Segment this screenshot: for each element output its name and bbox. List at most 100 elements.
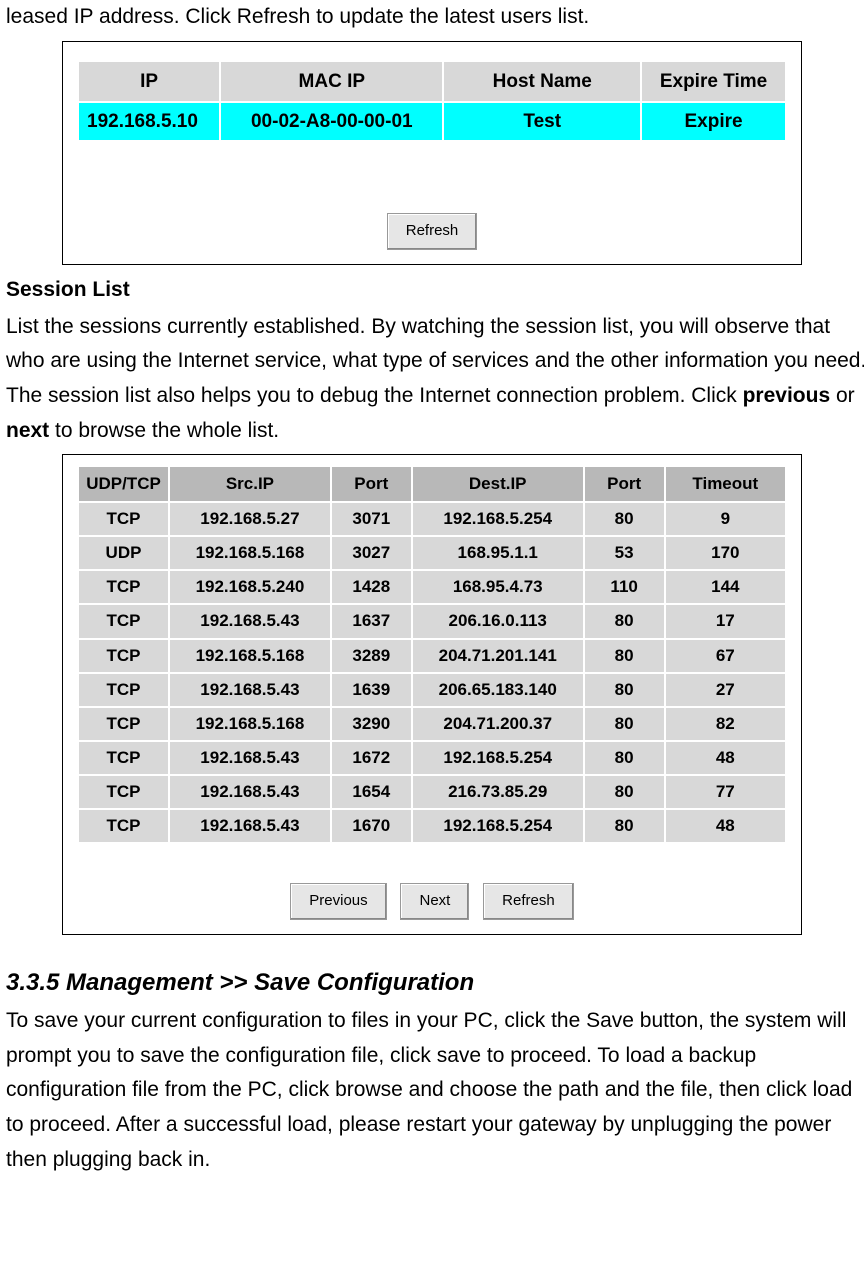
cell-mac: 00-02-A8-00-00-01 [220, 102, 443, 141]
cell-srcip: 192.168.5.168 [169, 707, 331, 741]
dhcp-button-row: Refresh [77, 212, 787, 250]
cell-proto: TCP [78, 809, 169, 843]
cell-srcip: 192.168.5.168 [169, 536, 331, 570]
text-fragment: List the sessions currently established.… [6, 315, 864, 407]
col-header-timeout: Timeout [665, 466, 786, 502]
cell-srcport: 1670 [331, 809, 412, 843]
save-config-heading: 3.3.5 Management >> Save Configuration [6, 963, 864, 1003]
session-button-row: Previous Next Refresh [77, 882, 787, 920]
table-row: TCP192.168.5.431670192.168.5.2548048 [78, 809, 786, 843]
col-header-destip: Dest.IP [412, 466, 584, 502]
cell-destip: 204.71.200.37 [412, 707, 584, 741]
table-row: TCP192.168.5.2401428168.95.4.73110144 [78, 570, 786, 604]
cell-timeout: 77 [665, 775, 786, 809]
cell-proto: TCP [78, 570, 169, 604]
table-row: TCP192.168.5.1683289204.71.201.1418067 [78, 639, 786, 673]
cell-dstport: 80 [584, 809, 665, 843]
cell-destip: 216.73.85.29 [412, 775, 584, 809]
cell-destip: 192.168.5.254 [412, 741, 584, 775]
text-fragment: or [830, 384, 855, 407]
cell-srcport: 3290 [331, 707, 412, 741]
cell-timeout: 27 [665, 673, 786, 707]
save-config-text: To save your current configuration to fi… [6, 1004, 864, 1177]
next-word: next [6, 419, 49, 442]
cell-srcport: 1654 [331, 775, 412, 809]
cell-srcport: 3027 [331, 536, 412, 570]
refresh-button[interactable]: Refresh [483, 883, 574, 920]
intro-text: leased IP address. Click Refresh to upda… [6, 0, 864, 35]
cell-srcip: 192.168.5.27 [169, 502, 331, 536]
cell-destip: 206.16.0.113 [412, 604, 584, 638]
cell-destip: 192.168.5.254 [412, 502, 584, 536]
previous-word: previous [743, 384, 831, 407]
cell-dstport: 80 [584, 741, 665, 775]
cell-srcip: 192.168.5.240 [169, 570, 331, 604]
table-header-row: UDP/TCP Src.IP Port Dest.IP Port Timeout [78, 466, 786, 502]
cell-timeout: 48 [665, 741, 786, 775]
table-row: UDP192.168.5.1683027168.95.1.153170 [78, 536, 786, 570]
cell-dstport: 53 [584, 536, 665, 570]
col-header-host: Host Name [443, 61, 641, 102]
cell-timeout: 67 [665, 639, 786, 673]
cell-proto: TCP [78, 741, 169, 775]
cell-destip: 206.65.183.140 [412, 673, 584, 707]
session-list-figure: UDP/TCP Src.IP Port Dest.IP Port Timeout… [62, 454, 802, 934]
cell-destip: 168.95.4.73 [412, 570, 584, 604]
cell-ip: 192.168.5.10 [78, 102, 220, 141]
previous-button[interactable]: Previous [290, 883, 386, 920]
cell-timeout: 9 [665, 502, 786, 536]
cell-proto: TCP [78, 673, 169, 707]
cell-srcport: 3289 [331, 639, 412, 673]
table-row: TCP192.168.5.431672192.168.5.2548048 [78, 741, 786, 775]
table-header-row: IP MAC IP Host Name Expire Time [78, 61, 786, 102]
cell-timeout: 170 [665, 536, 786, 570]
col-header-mac: MAC IP [220, 61, 443, 102]
cell-proto: UDP [78, 536, 169, 570]
table-row: 192.168.5.1000-02-A8-00-00-01TestExpire [78, 102, 786, 141]
col-header-srcip: Src.IP [169, 466, 331, 502]
cell-srcip: 192.168.5.43 [169, 673, 331, 707]
cell-proto: TCP [78, 604, 169, 638]
cell-srcip: 192.168.5.43 [169, 775, 331, 809]
cell-srcip: 192.168.5.168 [169, 639, 331, 673]
cell-srcport: 3071 [331, 502, 412, 536]
cell-dstport: 80 [584, 604, 665, 638]
table-row: TCP192.168.5.431654216.73.85.298077 [78, 775, 786, 809]
session-list-description: List the sessions currently established.… [6, 310, 864, 449]
cell-destip: 168.95.1.1 [412, 536, 584, 570]
dhcp-lease-table: IP MAC IP Host Name Expire Time 192.168.… [77, 60, 787, 143]
cell-srcport: 1428 [331, 570, 412, 604]
cell-timeout: 17 [665, 604, 786, 638]
cell-dstport: 80 [584, 707, 665, 741]
text-fragment: to browse the whole list. [49, 419, 279, 442]
col-header-dstport: Port [584, 466, 665, 502]
cell-srcip: 192.168.5.43 [169, 809, 331, 843]
cell-srcport: 1637 [331, 604, 412, 638]
col-header-expire: Expire Time [641, 61, 786, 102]
refresh-button[interactable]: Refresh [387, 213, 478, 250]
cell-proto: TCP [78, 502, 169, 536]
cell-dstport: 80 [584, 775, 665, 809]
cell-timeout: 82 [665, 707, 786, 741]
table-row: TCP192.168.5.431637206.16.0.1138017 [78, 604, 786, 638]
next-button[interactable]: Next [400, 883, 469, 920]
cell-dstport: 80 [584, 502, 665, 536]
cell-host: Test [443, 102, 641, 141]
cell-proto: TCP [78, 707, 169, 741]
cell-dstport: 110 [584, 570, 665, 604]
col-header-srcport: Port [331, 466, 412, 502]
cell-timeout: 144 [665, 570, 786, 604]
cell-destip: 204.71.201.141 [412, 639, 584, 673]
session-list-heading: Session List [6, 273, 864, 308]
table-row: TCP192.168.5.273071192.168.5.254809 [78, 502, 786, 536]
cell-srcip: 192.168.5.43 [169, 741, 331, 775]
cell-srcport: 1672 [331, 741, 412, 775]
table-row: TCP192.168.5.431639206.65.183.1408027 [78, 673, 786, 707]
session-table: UDP/TCP Src.IP Port Dest.IP Port Timeout… [77, 465, 787, 844]
dhcp-lease-figure: IP MAC IP Host Name Expire Time 192.168.… [62, 41, 802, 265]
cell-proto: TCP [78, 775, 169, 809]
cell-proto: TCP [78, 639, 169, 673]
table-row: TCP192.168.5.1683290204.71.200.378082 [78, 707, 786, 741]
col-header-ip: IP [78, 61, 220, 102]
cell-timeout: 48 [665, 809, 786, 843]
